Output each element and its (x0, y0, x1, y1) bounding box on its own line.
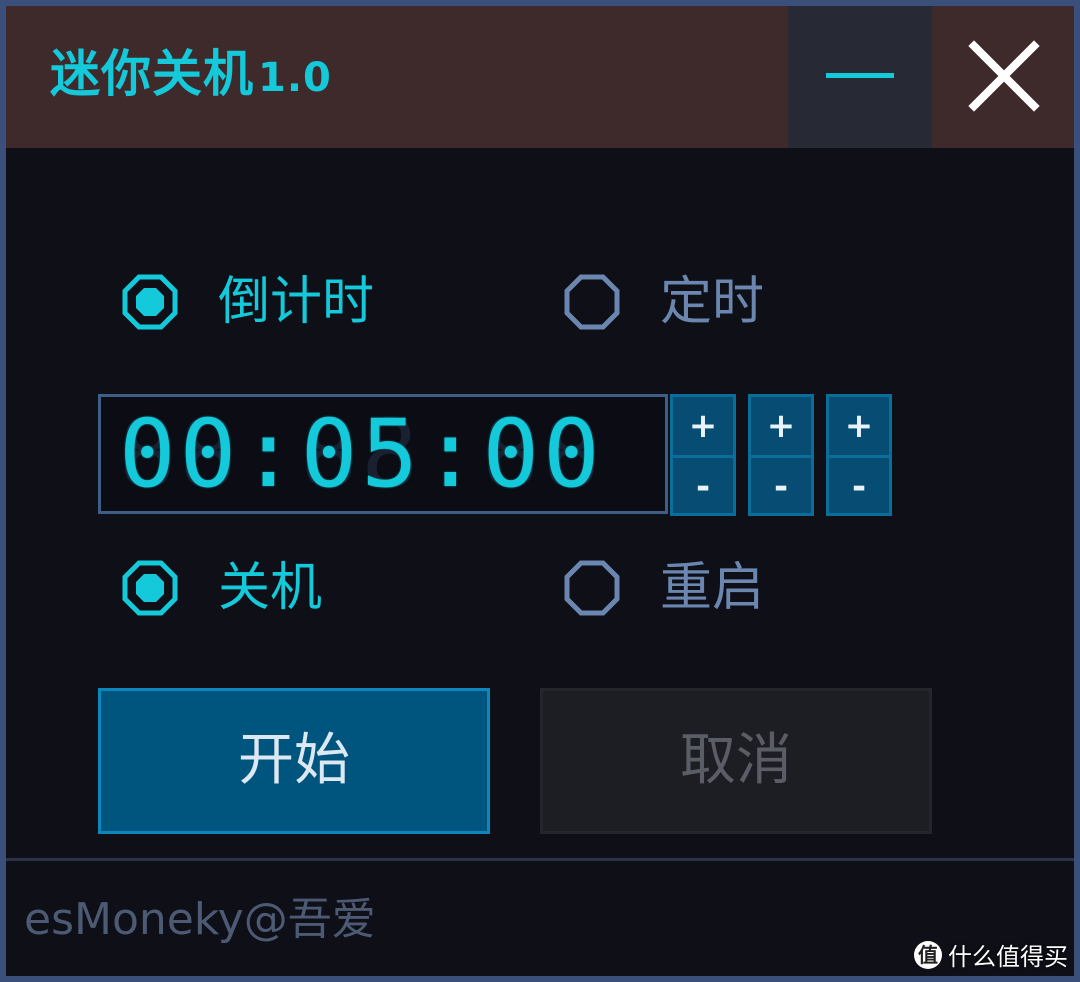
radio-selected-icon (122, 274, 178, 330)
minimize-button[interactable] (788, 6, 932, 148)
radio-countdown-label: 倒计时 (218, 272, 375, 332)
cancel-button[interactable]: 取消 (540, 688, 932, 834)
close-button[interactable] (932, 6, 1074, 148)
title-bar[interactable]: 迷你关机 1.0 (6, 6, 1074, 148)
site-watermark: 值 什么值得买 (914, 937, 1068, 972)
hours-stepper: + - (670, 394, 736, 516)
time-value: 00:05:00 (119, 400, 604, 509)
radio-restart[interactable]: 重启 (564, 558, 764, 618)
start-button[interactable]: 开始 (98, 688, 490, 834)
radio-unselected-icon (564, 560, 620, 616)
radio-selected-icon (122, 560, 178, 616)
author-credit: esMoneky@吾爱 (24, 894, 376, 945)
hours-increase-button[interactable]: + (673, 397, 733, 455)
radio-unselected-icon (564, 274, 620, 330)
minutes-decrease-button[interactable]: - (751, 455, 811, 516)
seconds-increase-button[interactable]: + (829, 397, 889, 455)
radio-scheduled[interactable]: 定时 (564, 272, 764, 332)
watermark-text: 什么值得买 (948, 943, 1068, 971)
footer-divider (6, 858, 1074, 861)
minutes-increase-button[interactable]: + (751, 397, 811, 455)
time-input[interactable]: 88:88:88 00:05:00 (98, 394, 668, 514)
radio-countdown[interactable]: 倒计时 (122, 272, 374, 332)
app-title: 迷你关机 1.0 (50, 45, 332, 103)
radio-shutdown-label: 关机 (218, 558, 323, 618)
hours-decrease-button[interactable]: - (673, 455, 733, 516)
minutes-stepper: + - (748, 394, 814, 516)
mini-shutdown-window: 迷你关机 1.0 倒计时 定时 88:88:88 00:05:00 + - + … (6, 6, 1074, 976)
radio-shutdown[interactable]: 关机 (122, 558, 322, 618)
seconds-decrease-button[interactable]: - (829, 455, 889, 516)
app-version: 1.0 (258, 55, 332, 101)
minimize-icon (826, 73, 894, 78)
radio-restart-label: 重启 (660, 558, 765, 618)
close-icon (968, 40, 1040, 112)
radio-scheduled-label: 定时 (660, 272, 765, 332)
watermark-logo-icon: 值 (914, 940, 942, 969)
seconds-stepper: + - (826, 394, 892, 516)
